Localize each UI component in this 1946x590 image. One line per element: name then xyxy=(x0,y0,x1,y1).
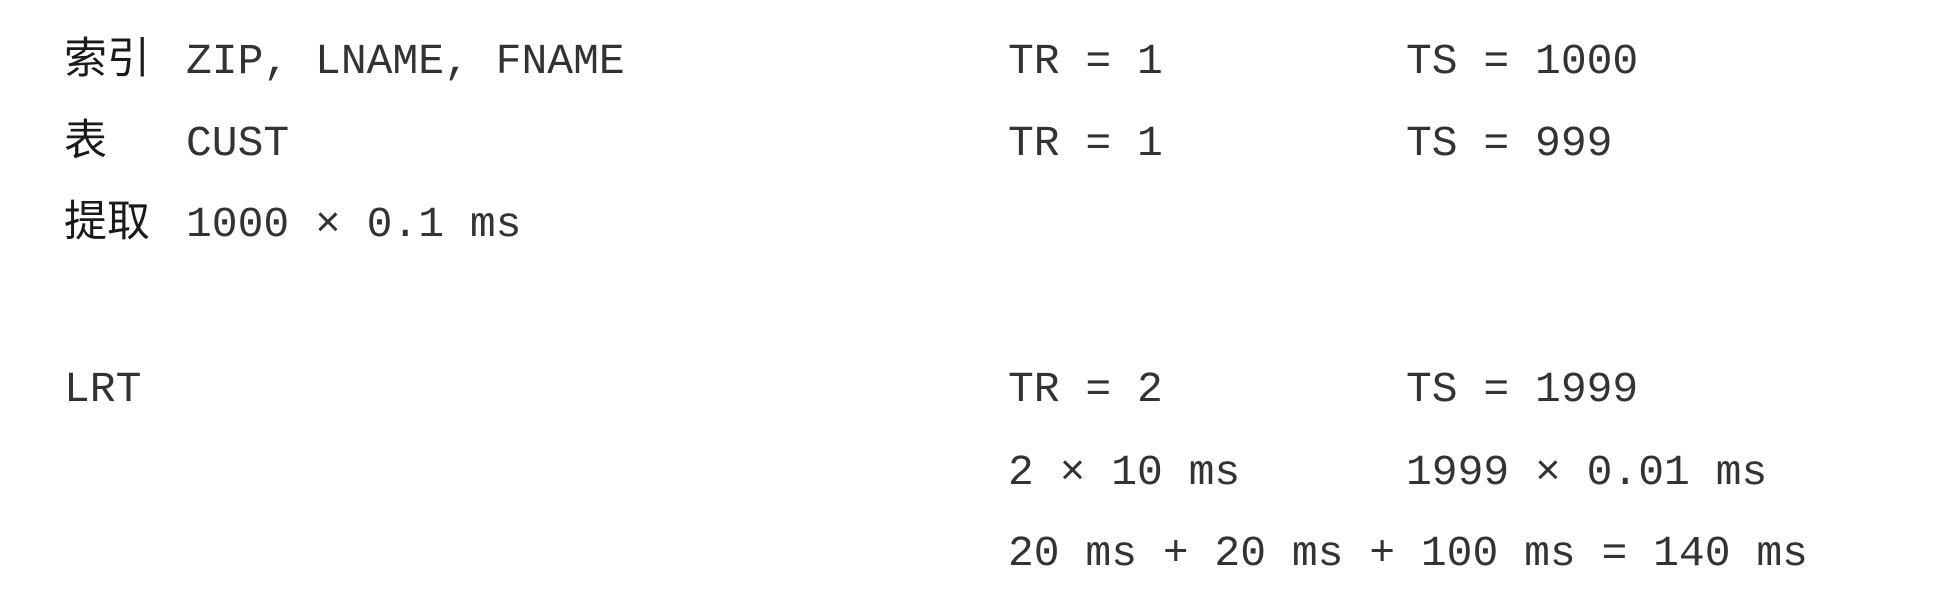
lrt-label: LRT xyxy=(64,365,142,414)
table-ts: TS = 999 xyxy=(1406,119,1613,168)
lrt-ts: TS = 1999 xyxy=(1406,365,1639,414)
index-label: 索引 xyxy=(64,34,150,84)
table-tr: TR = 1 xyxy=(1008,119,1163,168)
index-ts: TS = 1000 xyxy=(1406,37,1639,86)
table-label: 表 xyxy=(64,116,107,166)
index-tr: TR = 1 xyxy=(1008,37,1163,86)
index-columns: ZIP, LNAME, FNAME xyxy=(186,37,625,86)
lrt-ts-time: 1999 × 0.01 ms xyxy=(1406,448,1768,497)
lrt-calculation-document: 索引 ZIP, LNAME, FNAME TR = 1 TS = 1000 表 … xyxy=(0,0,1946,590)
lrt-tr: TR = 2 xyxy=(1008,365,1163,414)
fetch-cost: 1000 × 0.1 ms xyxy=(186,200,522,249)
fetch-label: 提取 xyxy=(64,197,150,247)
lrt-total: 20 ms + 20 ms + 100 ms = 140 ms xyxy=(1008,529,1808,578)
lrt-tr-time: 2 × 10 ms xyxy=(1008,448,1241,497)
table-name: CUST xyxy=(186,119,290,168)
